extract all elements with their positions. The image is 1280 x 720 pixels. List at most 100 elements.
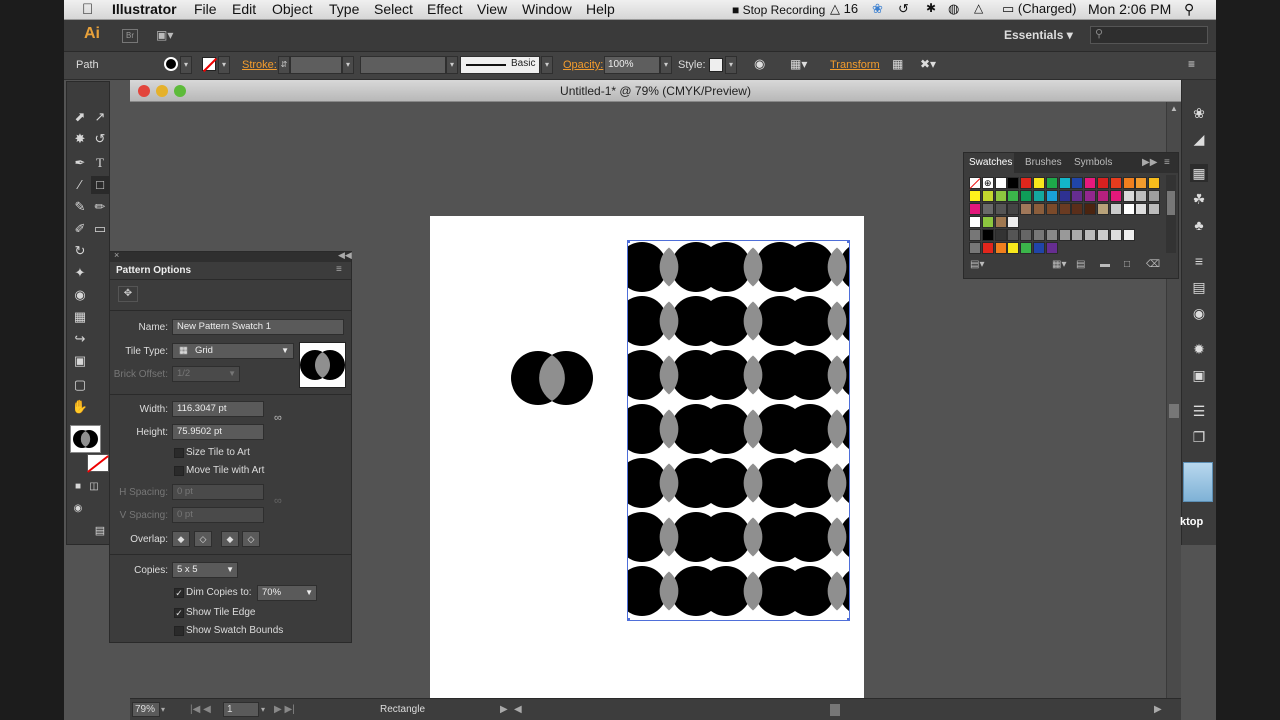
dim-copies-input[interactable]: 70% ▼ — [257, 585, 317, 601]
color-swatch[interactable] — [1007, 216, 1020, 228]
new-swatch-icon[interactable]: □ — [1124, 259, 1130, 270]
color-swatch[interactable] — [1148, 190, 1161, 202]
zoom-window-button[interactable] — [174, 85, 186, 97]
horizontal-scroll-thumb[interactable] — [830, 704, 840, 716]
transform-link[interactable]: Transform — [830, 59, 880, 71]
stroke-swatch-dropdown[interactable]: ▾ — [218, 56, 230, 74]
menu-view[interactable]: View — [477, 1, 507, 17]
menu-app-name[interactable]: Illustrator — [112, 1, 177, 17]
recolor-artwork-icon[interactable]: ◉ — [754, 56, 765, 72]
pen-tool-icon[interactable]: ✒ — [71, 154, 89, 172]
screen-mode-icon[interactable]: ▤ — [91, 522, 109, 540]
color-swatch[interactable] — [1045, 203, 1058, 215]
color-guide-icon[interactable]: ❀ — [1190, 104, 1208, 122]
workspace-switcher[interactable]: Essentials ▾ — [1004, 28, 1073, 42]
color-swatch[interactable] — [1122, 177, 1135, 189]
color-swatch[interactable] — [1084, 190, 1097, 202]
swatch-grid[interactable]: ⊕ — [969, 177, 1161, 255]
menu-object[interactable]: Object — [272, 1, 312, 17]
volume-icon[interactable]: △ — [974, 1, 983, 15]
color-swatch[interactable] — [1045, 242, 1058, 254]
variable-width-profile[interactable] — [360, 56, 446, 74]
overlap-left-in-front-button[interactable]: ◆ — [172, 531, 190, 547]
menu-window[interactable]: Window — [522, 1, 572, 17]
color-swatch[interactable] — [1148, 203, 1161, 215]
opacity-label[interactable]: Opacity: — [563, 59, 603, 71]
paintbrush-tool-icon[interactable]: ✎ — [71, 198, 89, 216]
color-swatch[interactable] — [994, 177, 1007, 189]
color-swatch[interactable] — [1071, 190, 1084, 202]
tile-width-input[interactable]: 116.3047 pt — [172, 401, 264, 417]
menu-edit[interactable]: Edit — [232, 1, 256, 17]
new-color-group-icon[interactable]: ▬ — [1100, 259, 1110, 270]
align-icon[interactable]: ▦▾ — [790, 57, 807, 71]
color-swatch[interactable] — [1135, 203, 1148, 215]
panel-close-icon[interactable]: × — [114, 250, 119, 260]
swatches-menu-icon[interactable]: ≡ — [1164, 157, 1170, 168]
type-tool-icon[interactable]: T — [91, 154, 109, 172]
minimize-window-button[interactable] — [156, 85, 168, 97]
color-swatch[interactable] — [1020, 190, 1033, 202]
stroke-weight-stepper[interactable]: ⇵ — [278, 56, 290, 74]
adobe-updates-icon[interactable]: △ 16 — [830, 1, 858, 17]
color-swatch[interactable] — [994, 229, 1007, 241]
color-swatch[interactable] — [1033, 190, 1045, 202]
color-swatch[interactable] — [1109, 190, 1122, 202]
color-swatch[interactable] — [1122, 203, 1135, 215]
scroll-right-arrow[interactable]: ▶ — [1154, 702, 1162, 717]
color-swatch[interactable] — [994, 242, 1007, 254]
color-swatch[interactable] — [969, 190, 981, 202]
color-swatch[interactable] — [1084, 177, 1097, 189]
creative-cloud-icon[interactable]: ❀ — [872, 1, 883, 17]
gradient-mode-icon[interactable]: ◫ — [85, 478, 103, 496]
color-swatch[interactable] — [981, 216, 994, 228]
color-swatch[interactable] — [1033, 242, 1045, 254]
color-swatch[interactable] — [1007, 190, 1020, 202]
show-swatch-bounds-checkbox[interactable] — [174, 626, 184, 636]
apple-icon[interactable]:  — [82, 1, 93, 18]
time-machine-icon[interactable]: ↺ — [898, 1, 909, 17]
delete-swatch-icon[interactable]: ⌫ — [1146, 259, 1160, 270]
rotate-tool-icon[interactable]: ↻ — [71, 242, 89, 260]
swatch-libraries-icon[interactable]: ▤▾ — [970, 259, 984, 270]
pattern-options-menu-icon[interactable]: ≡ — [336, 264, 342, 275]
menu-select[interactable]: Select — [374, 1, 413, 17]
color-swatch[interactable] — [1020, 229, 1033, 241]
color-swatch[interactable] — [994, 216, 1007, 228]
color-swatch[interactable] — [1045, 177, 1058, 189]
color-swatch[interactable] — [1033, 203, 1045, 215]
color-swatch[interactable] — [1097, 177, 1109, 189]
hand-tool-icon[interactable]: ✋ — [71, 398, 89, 416]
color-swatch[interactable] — [981, 242, 994, 254]
graphic-style-swatch[interactable] — [709, 58, 723, 72]
stroke-color-box[interactable] — [87, 454, 109, 473]
stroke-swatch[interactable] — [202, 57, 218, 73]
vertical-scroll-thumb[interactable] — [1169, 404, 1179, 418]
stroke-weight-dropdown[interactable]: ▾ — [342, 56, 354, 74]
panel-menu-icon[interactable]: ≡ — [1188, 57, 1195, 71]
isolate-icon[interactable]: ▦ — [892, 57, 903, 71]
rectangle-tool-icon[interactable]: □ — [91, 176, 109, 194]
brushes-panel-icon[interactable]: ☘ — [1190, 190, 1208, 208]
color-swatch[interactable] — [1148, 177, 1161, 189]
wifi-icon[interactable]: ◍ — [948, 1, 959, 17]
color-swatch[interactable] — [1058, 190, 1071, 202]
color-swatch[interactable] — [1122, 229, 1135, 241]
magic-wand-tool-icon[interactable]: ✸ — [71, 130, 89, 148]
fill-dropdown[interactable]: ▾ — [180, 56, 192, 74]
line-tool-icon[interactable]: ∕ — [71, 176, 89, 194]
pattern-options-drag-bar[interactable]: × ◀◀ — [110, 250, 352, 262]
color-swatch[interactable] — [981, 190, 994, 202]
color-swatch[interactable] — [1109, 229, 1122, 241]
color-swatch[interactable] — [1135, 177, 1148, 189]
constrain-proportions-icon[interactable]: ∞ — [274, 412, 282, 424]
artboard-tool-icon[interactable]: ▢ — [71, 376, 89, 394]
move-tile-with-art-checkbox[interactable] — [174, 466, 184, 476]
color-swatch[interactable] — [1020, 203, 1033, 215]
color-swatch[interactable] — [1007, 203, 1020, 215]
stop-recording-button[interactable]: ■ Stop Recording — [732, 3, 825, 17]
zoom-input[interactable]: 79% — [132, 702, 160, 717]
fill-swatch[interactable] — [164, 57, 178, 71]
layers-panel-icon[interactable]: ☰ — [1190, 402, 1208, 420]
color-swatch[interactable] — [1097, 190, 1109, 202]
